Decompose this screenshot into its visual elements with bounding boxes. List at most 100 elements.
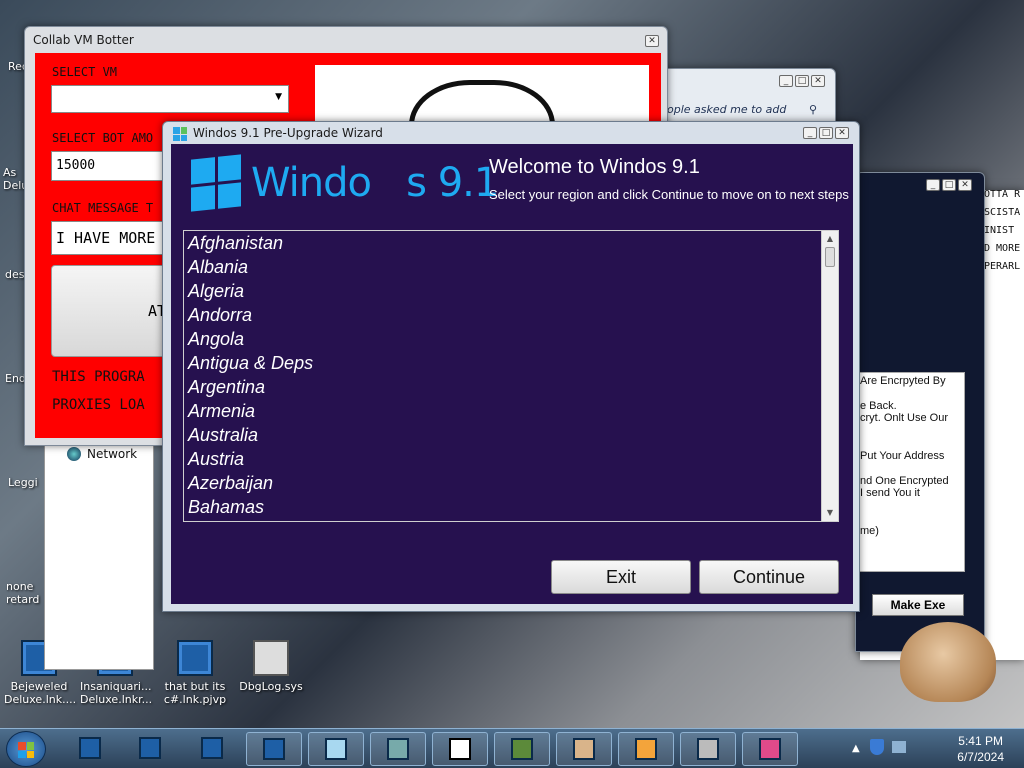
close-button[interactable]: ✕: [958, 179, 972, 191]
message-line: nd One Encrypted: [860, 475, 949, 487]
background-window: _ □ ✕ ople asked me to add ⚲: [660, 68, 836, 128]
region-listbox[interactable]: Afghanistan Albania Algeria Andorra Ango…: [183, 230, 839, 522]
scroll-down-icon[interactable]: ▼: [822, 505, 838, 521]
office-icon: [635, 738, 657, 760]
message-line: me): [860, 525, 879, 537]
message-line: [860, 437, 960, 450]
search-icon[interactable]: ⚲: [809, 103, 817, 116]
task-item[interactable]: [494, 732, 550, 766]
task-item[interactable]: [122, 732, 178, 766]
message-line: [860, 462, 960, 475]
continue-button[interactable]: Continue: [699, 560, 839, 594]
app-icon: [173, 127, 187, 141]
select-vm-label: SELECT VM: [52, 65, 118, 79]
message-line: Put Your Address: [860, 450, 945, 462]
desktop-icon-label: that but its c#.lnk.pjvp: [163, 680, 227, 706]
close-button[interactable]: ✕: [835, 127, 849, 139]
task-item[interactable]: [62, 732, 118, 766]
warning-text-2: PROXIES LOA: [52, 397, 145, 413]
start-button[interactable]: [6, 731, 46, 767]
message-line: [860, 512, 960, 525]
select-vm-dropdown[interactable]: ▼: [51, 85, 289, 113]
minimize-button[interactable]: _: [803, 127, 817, 139]
chat-message-input[interactable]: I HAVE MORE: [51, 221, 171, 255]
list-scrollbar[interactable]: ▲ ▼: [821, 231, 838, 521]
maximize-button[interactable]: □: [795, 75, 809, 87]
list-item[interactable]: Argentina: [184, 375, 838, 399]
scroll-up-icon[interactable]: ▲: [822, 231, 838, 247]
hamster-image: [900, 622, 996, 702]
sidebar-item-label: Network: [87, 447, 138, 461]
shortcut-icon: [177, 640, 213, 676]
list-item[interactable]: Austria: [184, 447, 838, 471]
attack-button[interactable]: AT: [51, 265, 171, 357]
message-line: [860, 387, 960, 400]
list-item[interactable]: Azerbaijan: [184, 471, 838, 495]
desktop-icon-that-but-its[interactable]: that but its c#.lnk.pjvp: [160, 640, 230, 706]
maximize-button[interactable]: □: [942, 179, 956, 191]
system-tray: ▲ 5:41 PM 6/7/2024: [846, 729, 1024, 768]
sidebar-item-network[interactable]: Network: [67, 447, 137, 461]
clock[interactable]: 5:41 PM 6/7/2024: [957, 733, 1004, 765]
close-button[interactable]: ✕: [811, 75, 825, 87]
task-item[interactable]: [742, 732, 798, 766]
explorer-window: Network: [44, 420, 154, 670]
list-item[interactable]: Andorra: [184, 303, 838, 327]
list-item[interactable]: Bahamas: [184, 495, 838, 519]
make-exe-button[interactable]: Make Exe: [872, 594, 964, 616]
window-title: Windos 9.1 Pre-Upgrade Wizard: [193, 126, 383, 140]
scroll-thumb[interactable]: [825, 247, 835, 267]
user-icon: [573, 738, 595, 760]
app-icon: [79, 737, 101, 759]
desktop-label-none: none retard: [6, 580, 40, 606]
chevron-up-icon[interactable]: ▲: [852, 743, 860, 754]
file-icon: [253, 640, 289, 676]
desktop-icon-label: Bejeweled Deluxe.lnk....: [4, 680, 77, 706]
task-item[interactable]: [246, 732, 302, 766]
task-item[interactable]: [680, 732, 736, 766]
app-icon: [759, 738, 781, 760]
list-item[interactable]: Australia: [184, 423, 838, 447]
list-item[interactable]: Albania: [184, 255, 838, 279]
app-icon: [139, 737, 161, 759]
desktop-icon-dbglog[interactable]: DbgLog.sys: [236, 640, 306, 693]
console-line: INIST: [984, 225, 1015, 236]
globe-icon: [67, 447, 81, 461]
task-item[interactable]: [432, 732, 488, 766]
logo-text: Windo s 9.1: [251, 160, 499, 206]
task-item[interactable]: [184, 732, 240, 766]
list-item[interactable]: Armenia: [184, 399, 838, 423]
windos-logo: Windo s 9.1: [191, 154, 499, 212]
task-item[interactable]: [556, 732, 612, 766]
task-item[interactable]: [308, 732, 364, 766]
minimize-button[interactable]: _: [926, 179, 940, 191]
bot-amount-input[interactable]: 15000: [51, 151, 171, 181]
app-icon: [325, 738, 347, 760]
minimize-button[interactable]: _: [779, 75, 793, 87]
network-icon[interactable]: [892, 741, 906, 753]
close-button[interactable]: ✕: [645, 35, 659, 47]
exit-button[interactable]: Exit: [551, 560, 691, 594]
desktop-label-as: As Delu: [3, 166, 29, 192]
message-line: [860, 424, 960, 437]
list-item[interactable]: Antigua & Deps: [184, 351, 838, 375]
message-textbox[interactable]: Are Encrpyted By e Back. cryt. Onlt Use …: [855, 372, 965, 572]
console-line: PERARL: [984, 261, 1021, 272]
search-field-text[interactable]: ople asked me to add: [667, 103, 786, 116]
taskbar: ▲ 5:41 PM 6/7/2024: [0, 728, 1024, 768]
speaker-icon: [387, 738, 409, 760]
maximize-button[interactable]: □: [819, 127, 833, 139]
gear-icon: [697, 738, 719, 760]
list-item[interactable]: Angola: [184, 327, 838, 351]
list-item[interactable]: Algeria: [184, 279, 838, 303]
task-item[interactable]: [370, 732, 426, 766]
message-line: Are Encrpyted By: [860, 375, 946, 387]
message-line: [860, 499, 960, 512]
shield-icon[interactable]: [870, 739, 884, 755]
desktop-icon-label: DbgLog.sys: [239, 680, 303, 693]
task-item[interactable]: [618, 732, 674, 766]
wizard-body: Windo s 9.1 Welcome to Windos 9.1 Select…: [171, 144, 853, 604]
app-icon: [201, 737, 223, 759]
console-output: OTTA R SCISTA INIST D MORE PERARL: [984, 186, 1024, 276]
list-item[interactable]: Afghanistan: [184, 231, 838, 255]
